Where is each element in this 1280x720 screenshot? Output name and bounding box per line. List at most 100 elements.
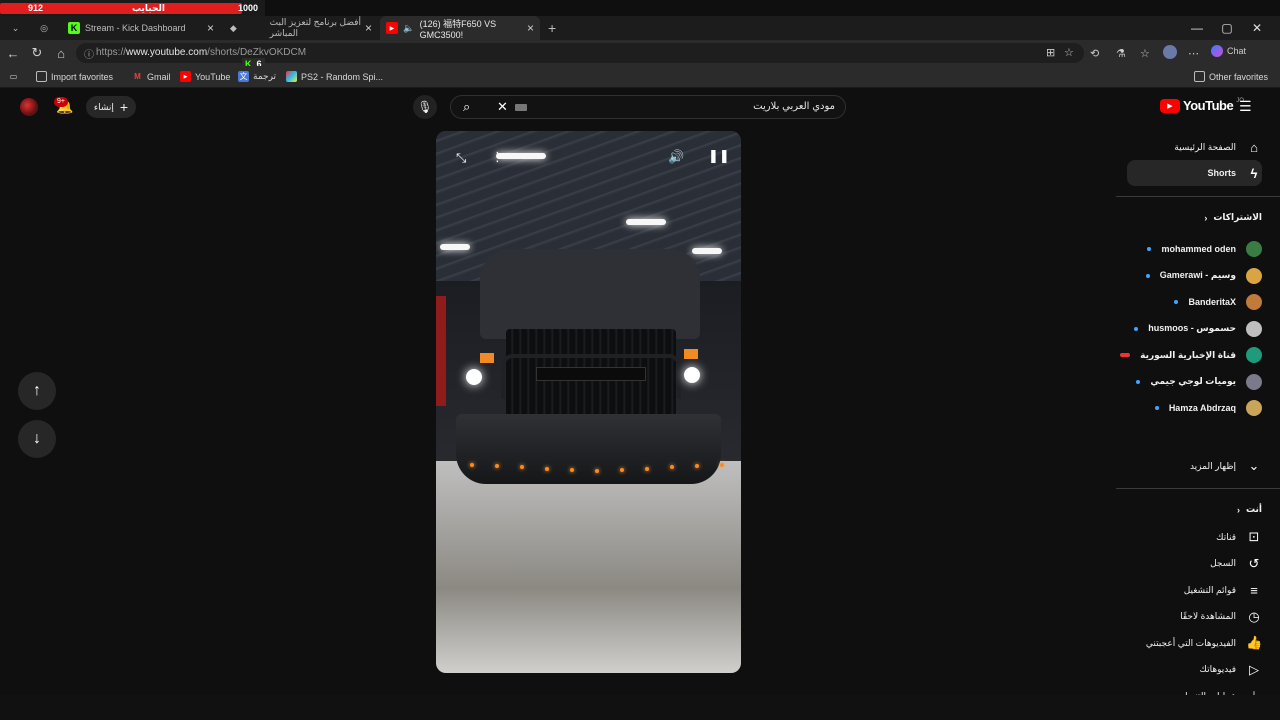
search-input[interactable]: ⌕ ✕ مودي العربي بلاريت: [450, 95, 846, 119]
youtube-shorts-page: 🔔 9+ إنشاء + 🎙 ⌕ ✕ مودي العربي بلاريت ▶ …: [0, 88, 1280, 695]
sidebar-item-you[interactable]: قناتك ⊡: [1216, 524, 1262, 550]
close-tab-icon[interactable]: ×: [365, 21, 372, 35]
create-label: إنشاء: [93, 101, 114, 112]
short-video-player[interactable]: ⤡ ⋮ 🔊 ❚❚: [436, 131, 741, 673]
new-tab-button[interactable]: +: [542, 16, 562, 40]
home-button[interactable]: ⌂: [52, 44, 70, 62]
sidebar-subscription-item[interactable]: BanderitaX: [1174, 289, 1262, 315]
sidebar-toggle[interactable]: ▭: [8, 71, 19, 82]
like-icon: 👍: [1246, 635, 1263, 650]
gmail-icon: M: [134, 72, 141, 81]
url-path: /shorts/DeZkvOKDCM: [207, 47, 307, 58]
more-options-icon[interactable]: ⋮: [491, 149, 504, 165]
bookmark-import-favorites[interactable]: Import favorites: [36, 71, 113, 82]
sidebar-item-you[interactable]: فيديوهاتك ▷: [1200, 657, 1262, 683]
sidebar-item-you[interactable]: عمليات التنزيل⤓: [1181, 683, 1262, 695]
bumper-led: [720, 463, 724, 467]
copilot-chat-button[interactable]: Chat: [1211, 45, 1246, 57]
bookmark-ps2[interactable]: PS2 - Random Spi...: [286, 71, 383, 82]
menu-icon[interactable]: ☰: [1239, 98, 1252, 115]
sidebar-subscription-item[interactable]: mohammed oden: [1147, 236, 1262, 262]
keyboard-icon[interactable]: [515, 104, 527, 111]
favorite-star-icon[interactable]: ☆: [1064, 46, 1074, 59]
bottom-strip: [0, 695, 1280, 720]
next-short-button[interactable]: ↓: [18, 420, 56, 458]
arrow-left-icon: ←: [6, 45, 20, 61]
tab-title: أفضل برنامج لتعزيز البث المباشر: [269, 17, 361, 38]
home-icon: ⌂: [57, 45, 65, 61]
sidebar-item-you[interactable]: المشاهدة لاحقًا ◷: [1180, 604, 1262, 630]
avatar: [1246, 400, 1262, 416]
youtube-play-icon: ▶: [1160, 98, 1180, 113]
goal-current-value: 912: [28, 3, 44, 13]
avatar: [1246, 294, 1262, 310]
shorts-icon: ϟ: [1250, 165, 1258, 181]
previous-short-button[interactable]: ↑: [18, 372, 56, 410]
section-title: أنت: [1246, 504, 1262, 514]
voice-search-button[interactable]: 🎙: [413, 95, 437, 119]
volume-icon[interactable]: 🔊: [668, 149, 684, 165]
you-heading[interactable]: › أنت: [1237, 504, 1262, 515]
bumper-led: [570, 467, 574, 472]
tab-list-button[interactable]: ⌄: [4, 16, 26, 40]
sidebar-item-shorts[interactable]: Shorts ϟ: [1127, 160, 1262, 186]
sidebar-item-label: الصفحة الرئيسية: [1174, 141, 1236, 152]
split-screen-icon[interactable]: ⚗: [1116, 47, 1126, 60]
sidebar-item-home[interactable]: الصفحة الرئيسية ⌂: [1174, 134, 1262, 160]
bookmark-other-favorites[interactable]: Other favorites: [1194, 71, 1268, 82]
address-bar[interactable]: ⓘ https://www.youtube.com/shorts/DeZkvOK…: [76, 43, 1084, 63]
extensions-icon[interactable]: ⟲: [1090, 47, 1099, 60]
close-window-button[interactable]: ✕: [1242, 16, 1272, 40]
fullscreen-icon[interactable]: ⤡: [456, 150, 466, 166]
youtube-sidebar: الصفحة الرئيسية ⌂ Shorts ϟ › الاشتراكات …: [1116, 126, 1280, 695]
sidebar-item-you[interactable]: السجل ↺: [1210, 551, 1262, 577]
sidebar-item-you[interactable]: قوائم التشغيل ≡: [1184, 577, 1262, 603]
sidebar-item-label: الفيديوهات التي أعجبتني: [1145, 637, 1236, 648]
search-icon[interactable]: ⌕: [463, 99, 470, 115]
sidebar-subscription-item[interactable]: يوميات لوجي جيمي: [1136, 369, 1262, 395]
sidebar-subscription-item[interactable]: Gamerawi - وسيم: [1145, 263, 1262, 289]
maximize-button[interactable]: ▢: [1212, 16, 1242, 40]
subscription-name: Gamerawi - وسيم: [1159, 270, 1236, 280]
download-icon: ⤓: [1246, 688, 1262, 695]
tab-kick-dashboard[interactable]: K Stream - Kick Dashboard ×: [62, 16, 220, 40]
new-content-dot: [1134, 326, 1139, 331]
bookmark-translate[interactable]: 文 ترجمة: [238, 71, 276, 82]
create-button[interactable]: إنشاء +: [86, 96, 136, 118]
profile-avatar[interactable]: [1163, 45, 1177, 59]
browser-toolbar: ← ↻ ⌂ ⓘ https://www.youtube.com/shorts/D…: [0, 40, 1280, 66]
more-menu-icon[interactable]: ⋯: [1188, 47, 1199, 60]
sidebar-subscription-item[interactable]: Hamza Abdrzaq: [1154, 395, 1262, 421]
back-button[interactable]: ←: [4, 44, 22, 62]
close-tab-icon[interactable]: ×: [207, 21, 214, 35]
pause-icon[interactable]: ❚❚: [708, 148, 730, 164]
youtube-wordmark: YouTube: [1183, 98, 1234, 113]
show-more-button[interactable]: إظهار المزيد ⌄: [1190, 453, 1262, 479]
reload-button[interactable]: ↻: [28, 44, 46, 62]
collections-icon[interactable]: ☆: [1140, 47, 1150, 60]
avatar[interactable]: [20, 98, 38, 116]
tab-youtube-short[interactable]: ▶ 🔈 (126) 福特F650 VS GMC3500! ×: [380, 16, 540, 40]
sidebar-item-label: المشاهدة لاحقًا: [1180, 611, 1236, 621]
subscriptions-heading[interactable]: › الاشتراكات: [1204, 212, 1262, 223]
divider: [1116, 196, 1280, 197]
close-tab-icon[interactable]: ×: [527, 21, 534, 35]
clear-search-icon[interactable]: ✕: [497, 99, 508, 115]
microphone-icon: 🎙: [417, 100, 433, 114]
goal-target-value: 1000: [238, 3, 259, 13]
tab-workspace[interactable]: ◎: [32, 16, 58, 40]
arrow-down-icon: ↓: [33, 430, 41, 447]
site-info-icon[interactable]: ⓘ: [84, 46, 94, 61]
sidebar-subscription-item[interactable]: husmoos - حسموس: [1134, 316, 1262, 342]
youtube-logo[interactable]: ▶ YouTube JO: [1160, 98, 1244, 113]
app-available-icon[interactable]: ⊞: [1046, 46, 1055, 59]
bookmark-gmail[interactable]: M Gmail: [132, 71, 170, 82]
bookmark-youtube[interactable]: ▶ YouTube: [180, 71, 230, 82]
import-icon: [36, 71, 47, 82]
bumper-led: [645, 466, 649, 471]
folder-icon: [1194, 71, 1205, 82]
sidebar-item-you[interactable]: الفيديوهات التي أعجبتني 👍: [1146, 630, 1262, 656]
tab-boost-app[interactable]: ◆ أفضل برنامج لتعزيز البث المباشر ×: [222, 16, 378, 40]
minimize-button[interactable]: —: [1182, 16, 1212, 40]
sidebar-subscription-item[interactable]: قناة الإخبارية السورية: [1120, 342, 1262, 368]
